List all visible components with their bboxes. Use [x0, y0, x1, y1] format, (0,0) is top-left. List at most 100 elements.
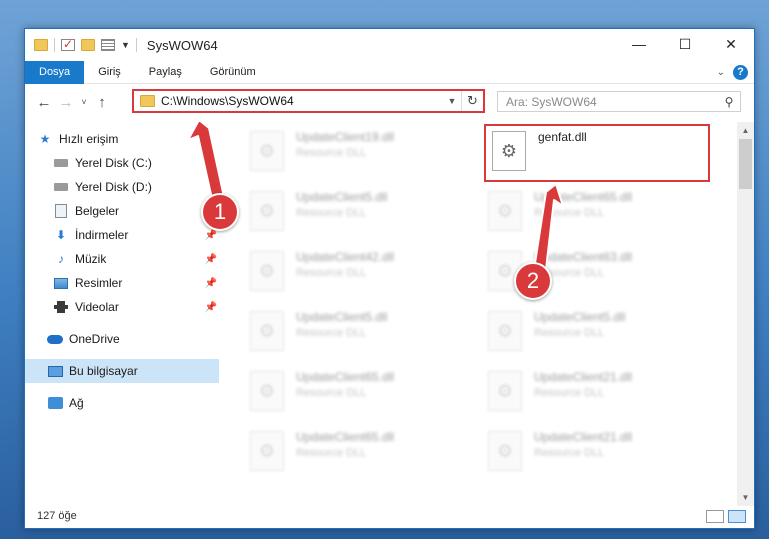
- tab-dosya[interactable]: Dosya: [25, 60, 85, 84]
- sidebar-item-local-disk-c[interactable]: Yerel Disk (C:): [25, 151, 219, 175]
- details-view-icon[interactable]: [706, 509, 724, 523]
- file-name: UpdateClient21.dll: [534, 430, 633, 444]
- sidebar-item-documents[interactable]: Belgeler: [25, 199, 219, 223]
- sidebar-item-quick-access[interactable]: ★ Hızlı erişim: [25, 127, 219, 151]
- vertical-scrollbar[interactable]: ▲ ▼: [737, 122, 754, 506]
- tab-gorunum[interactable]: Görünüm: [196, 61, 270, 84]
- file-type: Resource DLL: [296, 207, 367, 219]
- pin-icon[interactable]: 📌: [205, 278, 217, 289]
- dll-file-icon: ⚙: [250, 371, 284, 411]
- sidebar-item-label: Yerel Disk (D:): [75, 180, 152, 194]
- explorer-window: ▼ SysWOW64 — ☐ ✕ Dosya Giriş Paylaş Görü…: [24, 28, 755, 529]
- list-item-genfat[interactable]: ⚙ genfat.dll: [484, 124, 710, 182]
- title-bar: ▼ SysWOW64 — ☐ ✕: [25, 29, 754, 61]
- sidebar-item-label: Belgeler: [75, 204, 120, 218]
- dll-file-icon: ⚙: [250, 311, 284, 351]
- file-name: UpdateClient42.dll: [296, 250, 395, 264]
- step-badge-1: 1: [201, 193, 239, 231]
- list-item[interactable]: ⚙ UpdateClient65.dll Resource DLL: [482, 186, 702, 238]
- sidebar-item-label: Ağ: [69, 396, 84, 410]
- music-icon: ♪: [58, 252, 64, 266]
- dropdown-arrow-icon[interactable]: ▼: [121, 40, 130, 50]
- list-item[interactable]: ⚙ UpdateClient21.dll Resource DLL: [482, 366, 702, 418]
- file-name: UpdateClient5.dll: [296, 310, 388, 324]
- list-item[interactable]: ⚙ UpdateClient5.dll Resource DLL: [244, 186, 464, 238]
- help-icon[interactable]: ?: [733, 64, 748, 80]
- file-type: Resource DLL: [534, 207, 605, 219]
- pin-icon[interactable]: 📌: [205, 302, 217, 313]
- list-item[interactable]: ⚙ UpdateClient21.dll Resource DLL: [482, 426, 702, 478]
- file-name: UpdateClient65.dll: [534, 190, 633, 204]
- sidebar-item-label: Hızlı erişim: [59, 132, 119, 146]
- sidebar-item-music[interactable]: ♪ Müzik 📌: [25, 247, 219, 271]
- forward-button[interactable]: →: [55, 94, 77, 111]
- search-box[interactable]: Ara: SysWOW64 ⚲: [497, 91, 741, 112]
- window-controls: — ☐ ✕: [616, 29, 754, 59]
- new-folder-icon[interactable]: [81, 39, 95, 51]
- file-type: Resource DLL: [296, 267, 367, 279]
- file-type: Resource DLL: [534, 387, 605, 399]
- dll-file-icon: ⚙: [488, 371, 522, 411]
- pictures-icon: [53, 276, 69, 290]
- list-item[interactable]: ⚙ UpdateClient19.dll Resource DLL: [244, 126, 464, 178]
- file-type: Resource DLL: [534, 327, 605, 339]
- list-item[interactable]: ⚙ UpdateClient5.dll Resource DLL: [482, 306, 702, 358]
- toolbar-divider: [54, 38, 55, 52]
- back-button[interactable]: ←: [33, 94, 55, 111]
- tab-giris[interactable]: Giriş: [84, 61, 135, 84]
- scroll-up-icon[interactable]: ▲: [737, 122, 754, 139]
- pin-icon[interactable]: 📌: [205, 230, 217, 241]
- ribbon-right: ⌄ ?: [717, 64, 754, 80]
- large-icons-view-icon[interactable]: [728, 509, 746, 523]
- list-item[interactable]: ⚙ UpdateClient42.dll Resource DLL: [244, 246, 464, 298]
- list-item[interactable]: ⚙ UpdateClient65.dll Resource DLL: [244, 426, 464, 478]
- quick-access-toolbar: ▼: [25, 37, 137, 52]
- item-count: 127 öğe: [37, 510, 77, 522]
- scroll-thumb[interactable]: [739, 139, 752, 189]
- list-item[interactable]: ⚙ UpdateClient5.dll Resource DLL: [244, 306, 464, 358]
- sidebar-item-local-disk-d[interactable]: Yerel Disk (D:): [25, 175, 219, 199]
- status-bar: 127 öğe: [25, 504, 754, 528]
- address-dropdown-icon[interactable]: ▼: [443, 96, 461, 106]
- sidebar-item-downloads[interactable]: ⬇ İndirmeler 📌: [25, 223, 219, 247]
- folder-icon: [140, 95, 155, 107]
- refresh-button[interactable]: ↻: [461, 91, 483, 111]
- up-button[interactable]: ↑: [91, 94, 113, 111]
- search-icon[interactable]: ⚲: [718, 95, 740, 109]
- file-type: Resource DLL: [296, 447, 367, 459]
- file-name: UpdateClient21.dll: [534, 370, 633, 384]
- file-name: UpdateClient65.dll: [296, 370, 395, 384]
- dll-file-icon: ⚙: [488, 311, 522, 351]
- sidebar-item-videos[interactable]: Videolar 📌: [25, 295, 219, 319]
- step-badge-2: 2: [514, 262, 552, 300]
- sidebar-item-this-pc[interactable]: Bu bilgisayar: [25, 359, 219, 383]
- view-switcher: [706, 509, 754, 523]
- properties-icon[interactable]: [61, 37, 75, 51]
- customize-icon[interactable]: [101, 39, 115, 51]
- sidebar-item-network[interactable]: Ağ: [25, 391, 219, 415]
- dll-file-icon: ⚙: [250, 191, 284, 231]
- address-bar[interactable]: C:\Windows\SysWOW64 ▼ ↻: [132, 89, 485, 113]
- close-button[interactable]: ✕: [708, 29, 754, 59]
- disk-icon: [53, 156, 69, 170]
- dll-file-icon: ⚙: [250, 251, 284, 291]
- file-type: Resource DLL: [296, 387, 367, 399]
- dll-file-icon: ⚙: [488, 431, 522, 471]
- disk-icon: [53, 180, 69, 194]
- list-item[interactable]: ⚙ UpdateClient65.dll Resource DLL: [244, 366, 464, 418]
- address-path[interactable]: C:\Windows\SysWOW64: [161, 94, 443, 108]
- sidebar-item-onedrive[interactable]: OneDrive: [25, 327, 219, 351]
- document-icon: [53, 204, 69, 218]
- recent-locations-button[interactable]: ˅: [77, 97, 91, 107]
- expand-ribbon-icon[interactable]: ⌄: [717, 67, 725, 78]
- dll-file-icon: ⚙: [250, 431, 284, 471]
- minimize-button[interactable]: —: [616, 29, 662, 59]
- maximize-button[interactable]: ☐: [662, 29, 708, 59]
- sidebar-item-pictures[interactable]: Resimler 📌: [25, 271, 219, 295]
- network-icon: [47, 396, 63, 410]
- file-name: genfat.dll: [538, 130, 587, 144]
- pin-icon[interactable]: 📌: [205, 254, 217, 265]
- file-name: UpdateClient5.dll: [534, 310, 626, 324]
- tab-paylas[interactable]: Paylaş: [135, 61, 196, 84]
- search-input[interactable]: Ara: SysWOW64: [506, 95, 718, 109]
